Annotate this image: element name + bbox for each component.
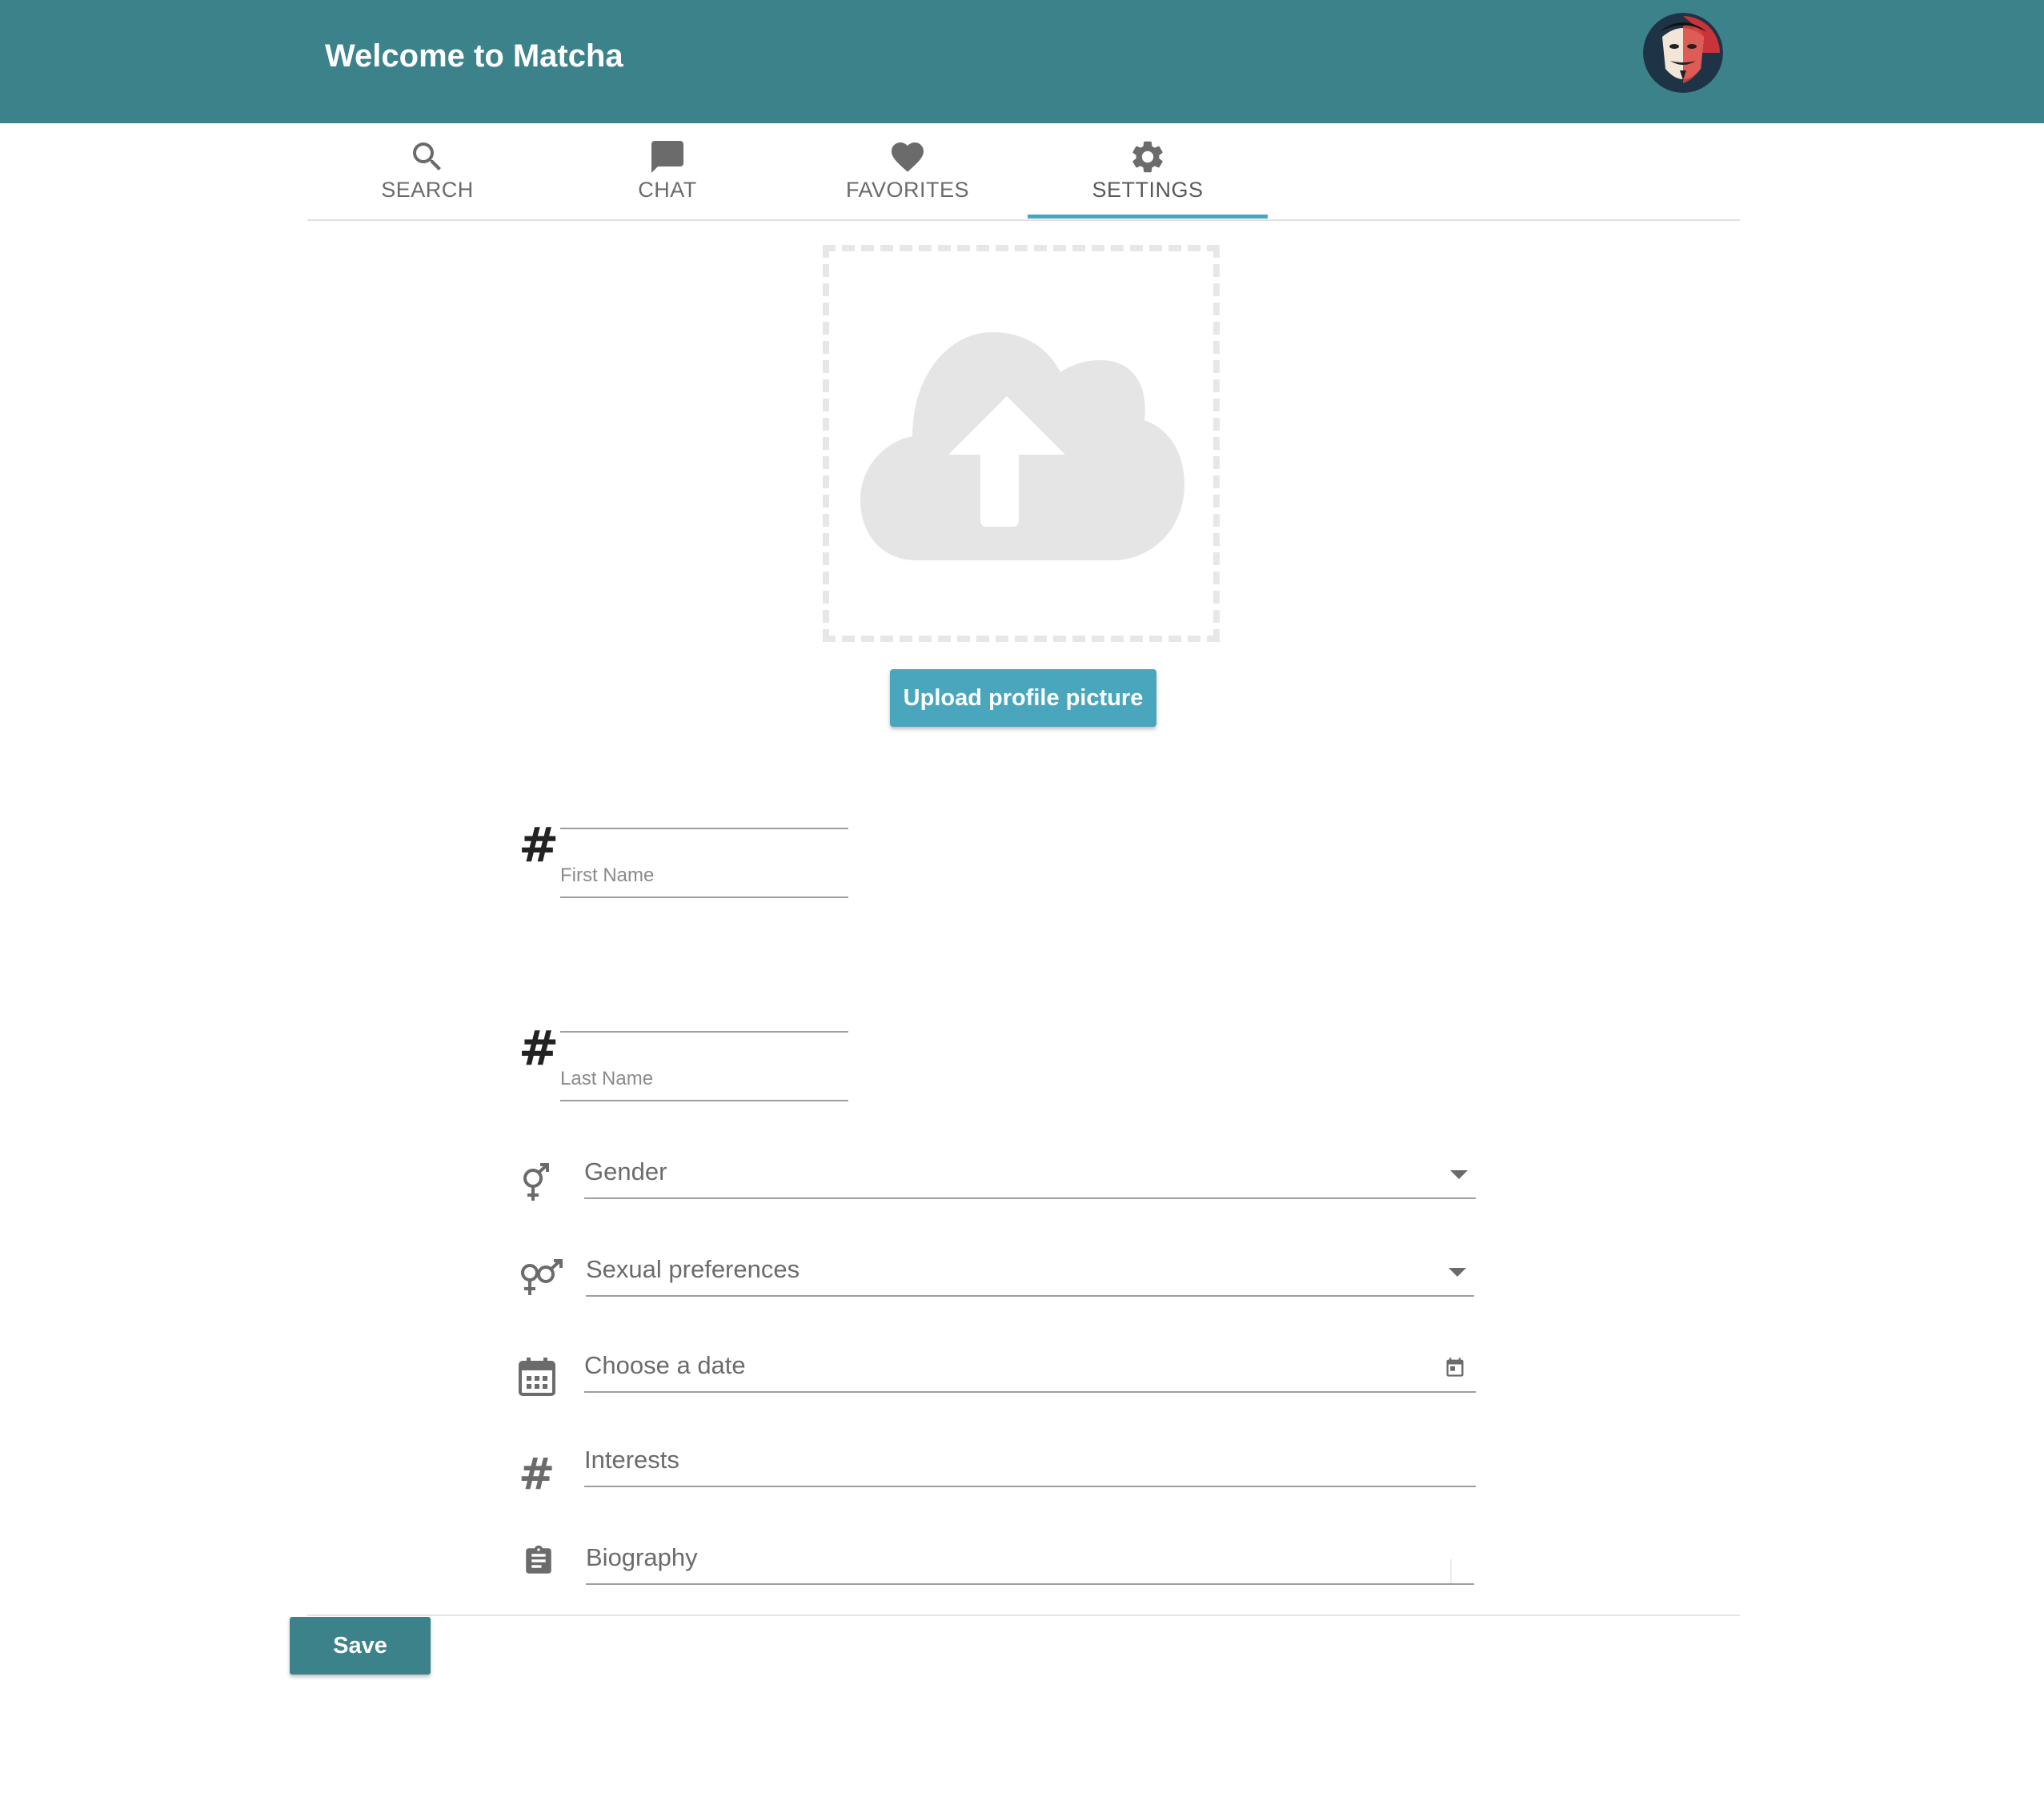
- calendar-icon: [519, 1358, 555, 1396]
- biography-textarea[interactable]: Biography: [586, 1537, 1474, 1585]
- last-name-underline: [560, 1100, 848, 1101]
- cloud-upload-icon: [860, 332, 1184, 560]
- app-header: Welcome to Matcha: [0, 0, 2044, 123]
- tab-settings-label: SETTINGS: [1092, 178, 1204, 202]
- resize-handle[interactable]: [1450, 1559, 1474, 1583]
- last-name-label: Last Name: [560, 1068, 654, 1089]
- upload-profile-picture-button[interactable]: Upload profile picture: [890, 669, 1156, 727]
- interests-input[interactable]: Interests: [584, 1439, 1476, 1487]
- birthdate-placeholder: Choose a date: [584, 1351, 746, 1379]
- chevron-down-icon: [1450, 1170, 1468, 1179]
- chevron-down-icon: [1449, 1268, 1466, 1277]
- svg-text:#: #: [519, 820, 557, 868]
- gender-icon: [523, 1163, 549, 1201]
- hash-icon: #: [519, 820, 557, 868]
- clipboard-icon: [526, 1545, 551, 1574]
- tab-search[interactable]: SEARCH: [307, 123, 547, 218]
- svg-text:#: #: [519, 1452, 555, 1492]
- gear-icon: [1132, 141, 1163, 173]
- tab-bar: SEARCH CHAT FAVORITES SETTINGS: [307, 123, 1740, 221]
- search-icon: [413, 142, 441, 170]
- hash-icon: #: [519, 1452, 555, 1492]
- chat-icon: [651, 141, 683, 173]
- app-title: Welcome to Matcha: [325, 38, 623, 74]
- gender-placeholder: Gender: [584, 1157, 667, 1185]
- last-name-input-line[interactable]: [560, 1031, 848, 1033]
- tab-chat[interactable]: CHAT: [547, 123, 788, 218]
- birthdate-input[interactable]: Choose a date: [584, 1345, 1476, 1393]
- tab-settings[interactable]: SETTINGS: [1028, 123, 1268, 218]
- hash-icon: #: [519, 1023, 557, 1071]
- sexual-preferences-placeholder: Sexual preferences: [586, 1255, 800, 1283]
- sexual-preferences-select[interactable]: Sexual preferences: [586, 1249, 1474, 1297]
- sexual-preferences-icon: [521, 1259, 563, 1295]
- tab-chat-label: CHAT: [638, 178, 697, 202]
- avatar[interactable]: [1643, 13, 1723, 93]
- svg-text:#: #: [519, 1023, 557, 1071]
- datepicker-toggle-icon[interactable]: [1444, 1356, 1466, 1378]
- biography-placeholder: Biography: [586, 1543, 698, 1571]
- save-button[interactable]: Save: [290, 1617, 431, 1675]
- gender-select[interactable]: Gender: [584, 1151, 1476, 1199]
- interests-placeholder: Interests: [584, 1446, 679, 1474]
- tab-search-label: SEARCH: [381, 178, 474, 202]
- heart-icon: [892, 142, 924, 172]
- divider: [307, 1615, 1740, 1616]
- first-name-underline: [560, 896, 848, 898]
- active-tab-indicator: [1028, 215, 1268, 219]
- first-name-label: First Name: [560, 864, 655, 886]
- first-name-input-line[interactable]: [560, 828, 848, 829]
- tab-favorites-label: FAVORITES: [845, 178, 970, 202]
- tab-favorites[interactable]: FAVORITES: [788, 123, 1028, 218]
